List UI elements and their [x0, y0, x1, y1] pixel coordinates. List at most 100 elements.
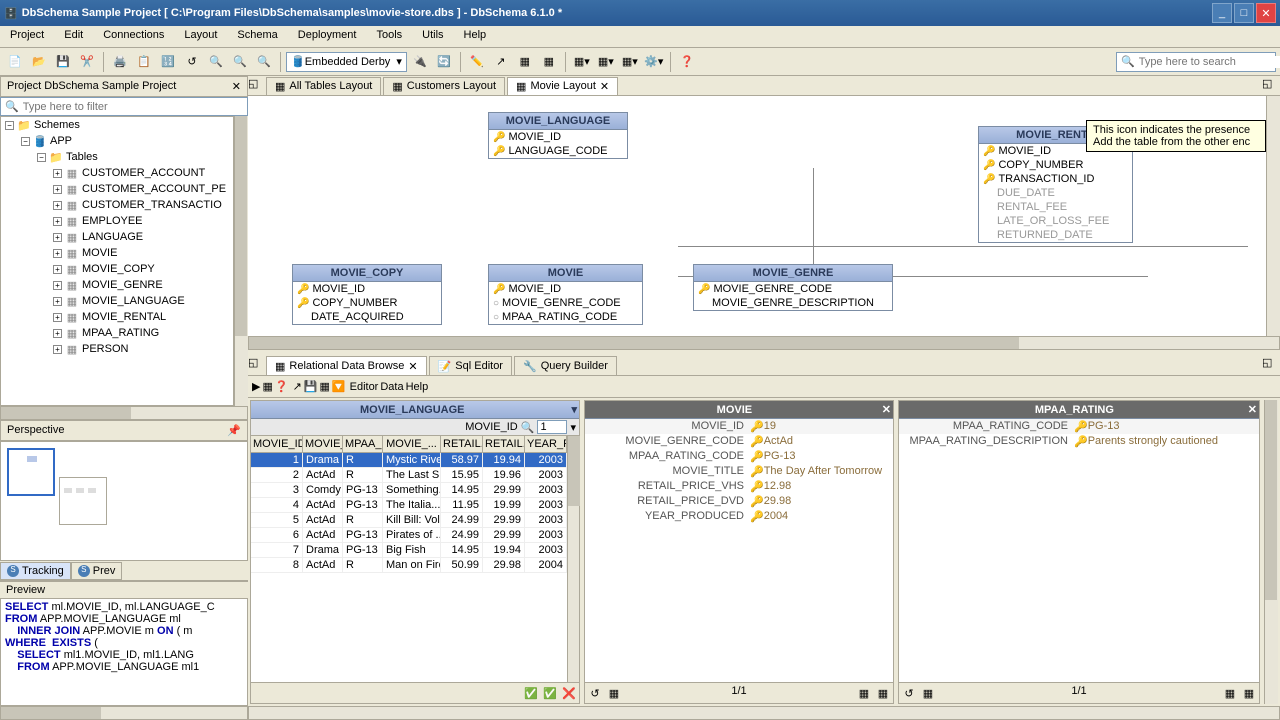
close-icon[interactable]: ✕ — [600, 80, 609, 93]
last-button[interactable]: ▦ — [875, 685, 891, 701]
new-button[interactable]: 📄 — [4, 51, 26, 73]
pin-icon[interactable]: 📌 — [227, 424, 241, 437]
menu-utils[interactable]: Utils — [412, 26, 453, 47]
canvas-scrollbar[interactable] — [1266, 96, 1280, 336]
menu-tools[interactable]: Tools — [366, 26, 412, 47]
sql-preview[interactable]: SELECT ml.MOVIE_ID, ml.LANGUAGE_C FROM A… — [0, 598, 248, 706]
tab-all-tables[interactable]: ▦All Tables Layout — [266, 77, 381, 95]
view-button[interactable]: ▦▾ — [571, 51, 593, 73]
close-icon[interactable]: ✕ — [1248, 403, 1257, 416]
group-button[interactable]: ▦▾ — [595, 51, 617, 73]
sql-hscroll[interactable] — [0, 706, 248, 720]
tab-query-builder[interactable]: 🔧Query Builder — [514, 356, 617, 375]
relation-button[interactable]: ↗ — [490, 51, 512, 73]
zoom-out-button[interactable]: 🔍 — [229, 51, 251, 73]
close-icon[interactable]: ✕ — [232, 80, 241, 93]
table-row[interactable]: 8ActAdRMan on Fire50.9929.982004 — [251, 558, 567, 573]
tab-customers[interactable]: ▦Customers Layout — [383, 77, 505, 95]
collapse-toggle[interactable]: − — [37, 153, 46, 162]
table-row[interactable]: 4ActAdPG-13The Italia...11.9519.992003 — [251, 498, 567, 513]
expand-toggle[interactable]: + — [53, 297, 62, 306]
expand-toggle[interactable]: + — [53, 329, 62, 338]
schema-button[interactable]: ▦ — [538, 51, 560, 73]
table-button[interactable]: ▦ — [320, 380, 330, 393]
minimize-button[interactable]: _ — [1212, 3, 1232, 23]
save-button[interactable]: 💾 — [304, 380, 318, 393]
filter-input[interactable] — [23, 101, 243, 113]
diagram-canvas[interactable]: MOVIE_LANGUAGE 🔑MOVIE_ID 🔑LANGUAGE_CODE … — [248, 96, 1266, 336]
pencil-button[interactable]: ✏️ — [466, 51, 488, 73]
entity-movie-language[interactable]: MOVIE_LANGUAGE 🔑MOVIE_ID 🔑LANGUAGE_CODE — [488, 112, 628, 159]
zoom-button[interactable]: 🔢 — [157, 51, 179, 73]
run-button[interactable]: ▶ — [252, 380, 260, 393]
canvas-hscroll[interactable] — [248, 336, 1280, 350]
menu-help[interactable]: Help — [454, 26, 497, 47]
expand-toggle[interactable]: + — [53, 233, 62, 242]
menu-data[interactable]: Data — [380, 381, 403, 393]
tab-tracking[interactable]: STracking — [0, 562, 71, 580]
maximize-icon[interactable]: ◱ — [1262, 356, 1280, 374]
refresh-button[interactable]: ↺ — [587, 685, 603, 701]
grid-scrollbar[interactable] — [567, 436, 579, 682]
table-row[interactable]: 3ComdyPG-13Something...14.9529.992003 — [251, 483, 567, 498]
nav-button[interactable]: ▦ — [606, 685, 622, 701]
menu-deployment[interactable]: Deployment — [288, 26, 367, 47]
help-icon[interactable]: ❓ — [275, 380, 289, 393]
tab-prev[interactable]: SPrev — [71, 562, 123, 580]
zoom-fit-button[interactable]: 🔍 — [253, 51, 275, 73]
sync-button[interactable]: 🔄 — [433, 51, 455, 73]
menu-help[interactable]: Help — [406, 381, 429, 393]
tab-movie[interactable]: ▦Movie Layout✕ — [507, 77, 618, 95]
expand-toggle[interactable]: + — [53, 185, 62, 194]
open-button[interactable]: 📂 — [28, 51, 50, 73]
menu-edit[interactable]: Edit — [54, 26, 93, 47]
filter-box[interactable]: 🔍 — [0, 97, 248, 116]
confirm-button[interactable]: ✅ — [523, 685, 539, 701]
delete-button[interactable]: ❌ — [561, 685, 577, 701]
help-button[interactable]: ❓ — [676, 51, 698, 73]
arrow-button[interactable]: ↗ — [293, 380, 302, 393]
database-combo[interactable]: 🛢️ Embedded Derby ▾ — [286, 52, 407, 72]
tree-scrollbar[interactable] — [234, 116, 248, 406]
maximize-button[interactable]: □ — [1234, 3, 1254, 23]
export-button[interactable]: 📋 — [133, 51, 155, 73]
perspective-thumb[interactable] — [59, 477, 107, 525]
menu-editor[interactable]: Editor — [350, 381, 379, 393]
expand-toggle[interactable]: + — [53, 249, 62, 258]
restore-icon[interactable]: ◱ — [248, 356, 266, 374]
print-button[interactable]: 🖨️ — [109, 51, 131, 73]
tab-data-browse[interactable]: ▦Relational Data Browse✕ — [266, 356, 427, 375]
close-icon[interactable]: ✕ — [882, 403, 891, 416]
table-row[interactable]: 1DramaRMystic River58.9719.942003 — [251, 453, 567, 468]
maximize-icon[interactable]: ◱ — [1262, 77, 1280, 95]
restore-icon[interactable]: ◱ — [248, 77, 266, 95]
chevron-down-icon[interactable]: ▾ — [571, 403, 577, 416]
entity-movie-genre[interactable]: MOVIE_GENRE 🔑MOVIE_GENRE_CODE MOVIE_GENR… — [693, 264, 893, 311]
apply-button[interactable]: ✅ — [542, 685, 558, 701]
grid-filter-input[interactable] — [537, 420, 567, 434]
cut-button[interactable]: ✂️ — [76, 51, 98, 73]
table-row[interactable]: 5ActAdRKill Bill: Vol. 124.9929.992003 — [251, 513, 567, 528]
close-button[interactable]: ✕ — [1256, 3, 1276, 23]
zoom-in-button[interactable]: 🔍 — [205, 51, 227, 73]
collapse-toggle[interactable]: − — [5, 121, 14, 130]
table-button[interactable]: ▦ — [514, 51, 536, 73]
expand-toggle[interactable]: + — [53, 345, 62, 354]
nav-button[interactable]: ▦ — [920, 685, 936, 701]
close-icon[interactable]: ✕ — [408, 360, 417, 373]
schema-tree[interactable]: −📁Schemes −🛢️APP −📁Tables +▦CUSTOMER_ACC… — [0, 116, 234, 406]
table-row[interactable]: 2ActAdRThe Last S...15.9519.962003 — [251, 468, 567, 483]
tree-hscroll[interactable] — [0, 406, 248, 420]
refresh-button[interactable]: ↺ — [901, 685, 917, 701]
refresh-button[interactable]: ↺ — [181, 51, 203, 73]
search-input[interactable] — [1139, 56, 1280, 68]
collapse-toggle[interactable]: − — [21, 137, 30, 146]
grid-button[interactable]: ▦ — [856, 685, 872, 701]
color-button[interactable]: ▦▾ — [619, 51, 641, 73]
expand-toggle[interactable]: + — [53, 201, 62, 210]
expand-toggle[interactable]: + — [53, 313, 62, 322]
menu-layout[interactable]: Layout — [174, 26, 227, 47]
table-row[interactable]: 6ActAdPG-13Pirates of ...24.9929.992003 — [251, 528, 567, 543]
settings-button[interactable]: ⚙️▾ — [643, 51, 665, 73]
filter-button[interactable]: 🔽 — [332, 380, 346, 393]
